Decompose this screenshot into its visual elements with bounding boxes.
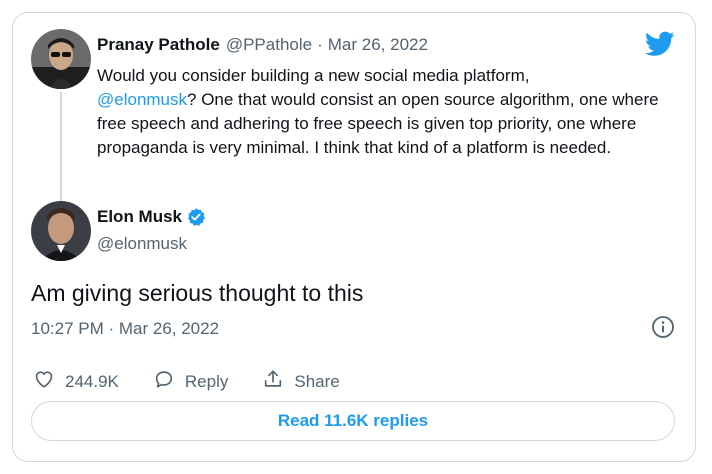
mention-link[interactable]: @elonmusk: [97, 90, 187, 109]
share-label: Share: [294, 371, 340, 391]
quoted-separator: ·: [317, 35, 323, 54]
main-handle[interactable]: @elonmusk: [97, 234, 187, 254]
quoted-date[interactable]: Mar 26, 2022: [328, 35, 428, 55]
share-icon: [262, 368, 284, 395]
reply-button[interactable]: Reply: [153, 368, 228, 395]
action-bar: 244.9K Reply Share: [33, 368, 340, 395]
avatar-pranay[interactable]: [31, 29, 91, 89]
verified-badge-icon: [186, 207, 206, 227]
main-tweet-timestamp[interactable]: 10:27 PM · Mar 26, 2022: [31, 319, 219, 339]
avatar-elon[interactable]: [31, 201, 91, 261]
twitter-bird-icon[interactable]: [644, 31, 675, 62]
thread-line: [60, 92, 62, 202]
quoted-handle[interactable]: @PPathole: [226, 35, 312, 55]
main-tweet-name-row: Elon Musk: [97, 207, 206, 227]
like-button[interactable]: 244.9K: [33, 368, 119, 395]
reply-icon: [153, 368, 175, 395]
quoted-display-name[interactable]: Pranay Pathole: [97, 35, 220, 55]
like-count: 244.9K: [65, 371, 119, 391]
heart-icon: [33, 368, 55, 395]
info-icon[interactable]: [651, 315, 675, 344]
main-tweet-text: Am giving serious thought to this: [31, 280, 364, 306]
quoted-text-prefix: Would you consider building a new social…: [97, 66, 530, 85]
tweet-card: Pranay Pathole @PPathole · Mar 26, 2022 …: [12, 12, 696, 462]
reply-label: Reply: [184, 371, 229, 391]
main-display-name[interactable]: Elon Musk: [97, 207, 182, 227]
quoted-tweet-text: Would you consider building a new social…: [97, 64, 677, 160]
read-replies-button[interactable]: Read 11.6K replies: [31, 401, 675, 441]
share-button[interactable]: Share: [262, 368, 340, 395]
quoted-tweet-header: Pranay Pathole @PPathole · Mar 26, 2022: [97, 35, 428, 55]
